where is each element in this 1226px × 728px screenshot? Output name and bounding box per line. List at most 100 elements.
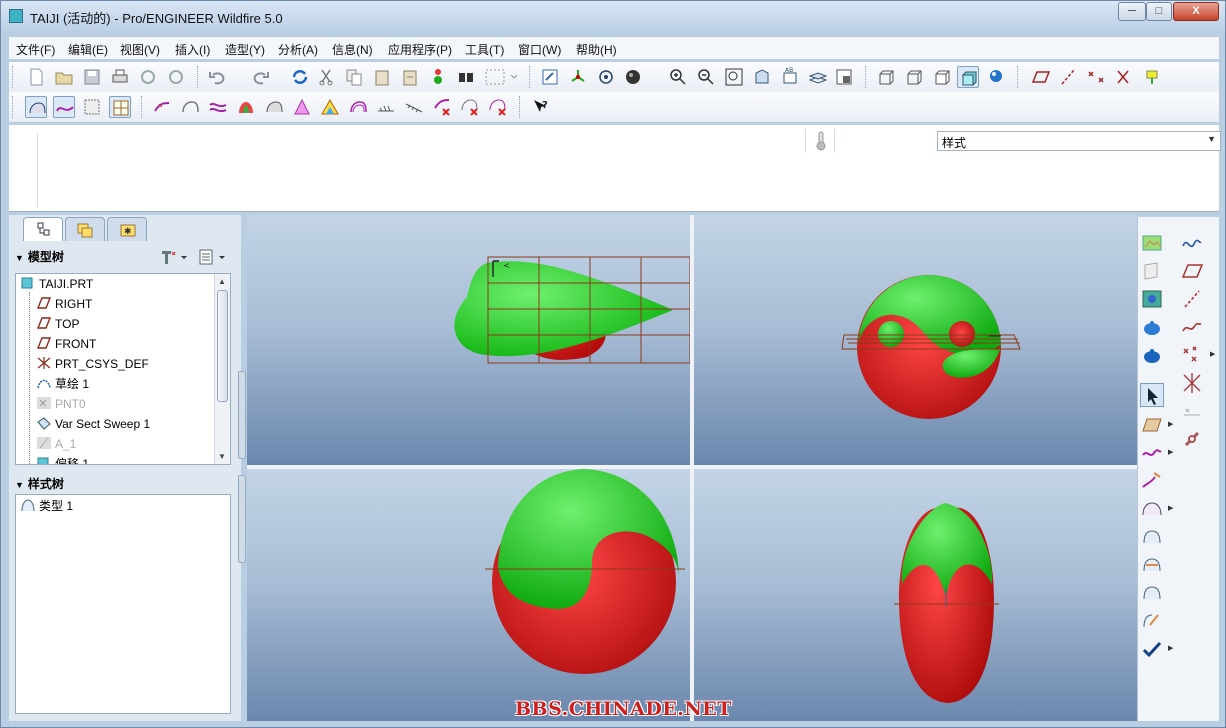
dropdown-arrow-icon[interactable]: ▶ <box>1210 350 1215 358</box>
menu-style[interactable]: 造型(Y) <box>225 41 265 58</box>
draft-analysis-icon[interactable] <box>291 96 313 118</box>
print-icon[interactable] <box>109 66 131 88</box>
panel-sash-bottom[interactable] <box>238 475 246 563</box>
chain-link-icon[interactable] <box>1180 427 1204 451</box>
dropdown-arrow-icon[interactable]: ▶ <box>1168 504 1173 512</box>
shade-curvature-icon[interactable] <box>375 96 397 118</box>
tree-item-csys[interactable]: PRT_CSYS_DEF <box>36 355 149 375</box>
done-checkmark-icon[interactable] <box>1140 637 1164 661</box>
close-button[interactable]: X <box>1173 2 1219 21</box>
viewport-top-right[interactable] <box>694 215 1137 465</box>
shading-icon[interactable] <box>957 66 979 88</box>
selection-box-icon[interactable] <box>483 66 521 88</box>
analysis-tool-icon[interactable] <box>1180 399 1204 423</box>
menu-edit[interactable]: 编辑(E) <box>68 41 108 58</box>
style-tree-header[interactable]: ▼ 样式树 <box>15 475 64 495</box>
select-tool-icon[interactable] <box>1140 383 1164 407</box>
tree-item-offset[interactable]: 偏移 1 <box>36 455 89 464</box>
tree-item-right[interactable]: RIGHT <box>36 295 92 315</box>
gaussian-curvature-icon[interactable] <box>235 96 257 118</box>
menu-help[interactable]: 帮助(H) <box>576 41 617 58</box>
set-active-plane-icon[interactable] <box>1140 231 1164 255</box>
redraw-icon[interactable] <box>539 66 561 88</box>
fill-icon[interactable] <box>1140 287 1164 311</box>
enhanced-realism-icon[interactable] <box>985 66 1007 88</box>
delete-all-analysis-icon[interactable] <box>487 96 509 118</box>
viewport-top-left[interactable]: ≺ <box>247 215 690 465</box>
axis-display-icon[interactable] <box>1057 66 1079 88</box>
menu-info[interactable]: 信息(N) <box>332 41 373 58</box>
maximize-button[interactable]: □ <box>1146 2 1172 21</box>
undo-icon[interactable] <box>207 66 229 88</box>
toolbar-grip[interactable] <box>12 96 15 118</box>
style-type-dropdown[interactable]: 样式 ▼ <box>937 131 1221 151</box>
show-columns-button[interactable] <box>197 247 229 267</box>
tree-item-point[interactable]: PNT0 <box>36 395 86 415</box>
curve-analysis-icon[interactable] <box>151 96 173 118</box>
boundary-surface-icon[interactable] <box>1140 497 1164 521</box>
style-tree-item[interactable]: 类型 1 <box>20 497 73 517</box>
hidden-line-icon[interactable] <box>903 66 925 88</box>
plane-display-icon[interactable] <box>1029 66 1051 88</box>
toolbar-grip[interactable] <box>12 66 15 88</box>
redo-icon[interactable] <box>249 66 271 88</box>
orient-mode-icon[interactable] <box>595 66 617 88</box>
tree-item-top[interactable]: TOP <box>36 315 79 335</box>
curve-offset-icon[interactable] <box>207 96 229 118</box>
sketched-curve-icon[interactable] <box>1180 315 1204 339</box>
collapse-triangle-icon[interactable]: ▼ <box>15 480 24 490</box>
datum-plane-tool-icon[interactable] <box>1180 259 1204 283</box>
send-link-icon[interactable] <box>165 66 187 88</box>
dihedral-icon[interactable] <box>403 96 425 118</box>
zoom-in-icon[interactable] <box>667 66 689 88</box>
datum-axis-tool-icon[interactable] <box>1180 287 1204 311</box>
saved-views-icon[interactable]: AB <box>779 66 801 88</box>
wireframe-icon[interactable] <box>875 66 897 88</box>
scrollbar-thumb[interactable] <box>217 290 228 402</box>
surface-trim-icon[interactable] <box>1140 553 1164 577</box>
tab-folder-browser[interactable] <box>65 217 105 241</box>
tree-item-sketch[interactable]: 草绘 1 <box>36 375 89 395</box>
menu-view[interactable]: 视图(V) <box>120 41 160 58</box>
layers-icon[interactable] <box>807 66 829 88</box>
annotation-display-icon[interactable] <box>1141 66 1163 88</box>
model-tree-scrollbar[interactable]: ▲ ▼ <box>214 274 230 464</box>
curve-edit-icon[interactable] <box>1180 231 1204 255</box>
paste-special-icon[interactable] <box>399 66 421 88</box>
delete-curve-analysis-icon[interactable] <box>431 96 453 118</box>
scroll-up-icon[interactable]: ▲ <box>218 277 226 286</box>
view-manager-icon[interactable] <box>833 66 855 88</box>
find-icon[interactable] <box>455 66 477 88</box>
csys-display-icon[interactable] <box>1113 66 1135 88</box>
dropdown-arrow-icon[interactable]: ▶ <box>1168 448 1173 456</box>
section-analysis-icon[interactable] <box>263 96 285 118</box>
menu-insert[interactable]: 插入(I) <box>175 41 210 58</box>
viewport-divider-horizontal[interactable] <box>247 465 1137 469</box>
surface-mesh-icon[interactable] <box>81 96 103 118</box>
collapse-triangle-icon[interactable]: ▼ <box>15 253 24 263</box>
tree-item-axis[interactable]: A_1 <box>36 435 76 455</box>
tab-model-tree[interactable] <box>23 217 63 241</box>
minimize-button[interactable]: ─ <box>1118 2 1146 21</box>
plane-grid-icon[interactable] <box>1140 413 1164 437</box>
menu-applications[interactable]: 应用程序(P) <box>388 41 452 58</box>
traffic-light-icon[interactable] <box>427 66 449 88</box>
panel-sash-top[interactable] <box>238 371 246 459</box>
no-hidden-icon[interactable] <box>931 66 953 88</box>
reflection-analysis-icon[interactable] <box>347 96 369 118</box>
curvature-analysis-icon[interactable] <box>179 96 201 118</box>
internal-plane-icon[interactable] <box>1140 259 1164 283</box>
tree-settings-button[interactable] <box>159 247 191 267</box>
delete-surface-analysis-icon[interactable] <box>459 96 481 118</box>
cut-icon[interactable] <box>315 66 337 88</box>
datum-point-tool-icon[interactable] <box>1180 343 1204 367</box>
curve-mode-icon[interactable] <box>53 96 75 118</box>
send-mail-icon[interactable] <box>137 66 159 88</box>
style-edit-icon[interactable] <box>1140 609 1164 633</box>
viewport-bottom-right[interactable] <box>694 469 1137 721</box>
appearance-icon[interactable] <box>623 66 645 88</box>
csys-tool-icon[interactable] <box>1180 371 1204 395</box>
regenerate-icon[interactable] <box>289 66 311 88</box>
copy-icon[interactable] <box>343 66 365 88</box>
style-mode-icon[interactable] <box>25 96 47 118</box>
